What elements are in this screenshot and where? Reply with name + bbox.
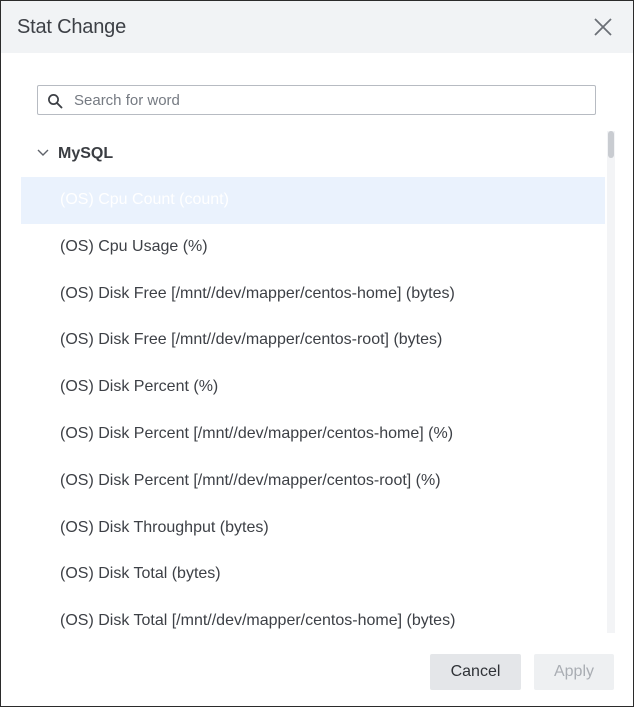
tree-item[interactable]: (OS) Disk Total [/mnt//dev/mapper/centos… (21, 598, 605, 633)
chevron-down-icon[interactable] (36, 147, 50, 159)
tree-item[interactable]: (OS) Disk Percent [/mnt//dev/mapper/cent… (21, 411, 605, 458)
search-icon (48, 94, 63, 109)
tree-group-mysql[interactable]: MySQL (21, 131, 605, 177)
tree-group-label: MySQL (58, 145, 114, 162)
cancel-button[interactable]: Cancel (430, 654, 521, 690)
tree-item[interactable]: (OS) Disk Percent [/mnt//dev/mapper/cent… (21, 458, 605, 505)
scrollbar-thumb[interactable] (608, 131, 614, 158)
tree-item[interactable]: (OS) Disk Percent (%) (21, 364, 605, 411)
tree-item[interactable]: (OS) Cpu Count (count) (21, 177, 605, 224)
tree-item[interactable]: (OS) Disk Free [/mnt//dev/mapper/centos-… (21, 317, 605, 364)
tree-item-list: (OS) Cpu Count (count) (OS) Cpu Usage (%)… (21, 177, 605, 633)
tree-item[interactable]: (OS) Cpu Usage (%) (21, 224, 605, 271)
dialog-title: Stat Change (17, 16, 126, 38)
stat-tree: MySQL (OS) Cpu Count (count) (OS) Cpu Usa… (21, 131, 617, 633)
dialog-header: Stat Change (1, 1, 633, 53)
stat-change-dialog: Stat Change MySQL (OS) Cpu Count (count)… (0, 0, 634, 707)
scrollbar-track[interactable] (607, 131, 615, 633)
apply-button[interactable]: Apply (534, 654, 614, 690)
close-button[interactable] (591, 15, 615, 39)
search-box (37, 85, 596, 115)
tree-item[interactable]: (OS) Disk Throughput (bytes) (21, 505, 605, 552)
tree-item[interactable]: (OS) Disk Free [/mnt//dev/mapper/centos-… (21, 271, 605, 318)
search-input[interactable] (74, 86, 584, 114)
close-icon (594, 18, 612, 36)
tree-item[interactable]: (OS) Disk Total (bytes) (21, 551, 605, 598)
